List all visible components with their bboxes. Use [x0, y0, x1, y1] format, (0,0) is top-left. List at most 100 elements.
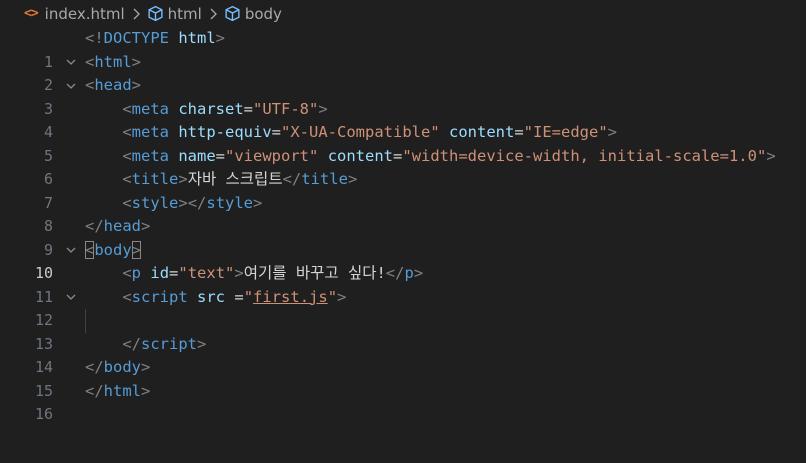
- token-bracket: >: [347, 170, 358, 188]
- token-attr: html: [169, 29, 216, 47]
- code-line[interactable]: 13: [0, 309, 806, 353]
- bracket-match-highlight: <: [85, 240, 95, 259]
- token-bracket: >: [141, 381, 151, 400]
- token-bracket: >: [131, 76, 142, 94]
- token-tag: head: [94, 76, 132, 94]
- token-equals: =: [514, 123, 524, 141]
- line-content: <head>: [85, 74, 141, 98]
- token-equals: =: [169, 264, 179, 282]
- code-area[interactable]: 1 <!DOCTYPE html> 2 <html> 3 <head> 4 <m…: [0, 27, 806, 424]
- token-string: "X-UA-Compatible": [281, 123, 440, 141]
- line-content: </html>: [85, 380, 150, 404]
- code-line[interactable]: 8 <style></style>: [0, 192, 806, 236]
- token-tag: meta: [131, 99, 169, 118]
- token-tag: html: [103, 381, 141, 400]
- token-attr: charset: [178, 99, 244, 118]
- token-bracket: >: [178, 193, 188, 212]
- token-attr: src: [197, 287, 226, 306]
- token-attr: name: [178, 146, 216, 165]
- code-line[interactable]: 1 <!DOCTYPE html>: [0, 27, 806, 71]
- token-bracket: <: [122, 264, 132, 282]
- token-tag: body: [94, 240, 132, 259]
- token-bracket: >: [141, 358, 151, 376]
- code-line[interactable]: 3 <head>: [0, 74, 806, 118]
- token-bracket: >: [337, 287, 347, 306]
- token-equals: =: [393, 146, 403, 165]
- line-content: <meta http-equiv="X-UA-Compatible" conte…: [85, 121, 617, 145]
- token-bracket: >: [413, 264, 424, 282]
- line-content: </script>: [85, 333, 206, 357]
- token-tag: head: [103, 217, 141, 235]
- token-bracket: <: [85, 52, 95, 71]
- token-bracket: <: [122, 99, 132, 118]
- chevron-right-icon: [133, 8, 140, 19]
- breadcrumb-item-html[interactable]: html: [147, 5, 202, 23]
- breadcrumb-item-file[interactable]: <> index.html: [24, 5, 125, 23]
- token-tag: style: [206, 193, 254, 212]
- line-content: <script src ="first.js">: [85, 286, 346, 310]
- code-line[interactable]: 7 <title>자바 스크립트</title>: [0, 168, 806, 212]
- line-content: <title>자바 스크립트</title>: [85, 168, 357, 192]
- token-tag: title: [131, 170, 179, 188]
- token-bracket: <: [85, 76, 95, 94]
- token-attr: id: [150, 264, 170, 282]
- token-bracket: </: [85, 217, 104, 235]
- code-line[interactable]: 9 </head>: [0, 215, 806, 259]
- token-bracket: </: [85, 358, 104, 376]
- breadcrumb-item-body[interactable]: body: [224, 5, 282, 23]
- code-line[interactable]: 2 <html>: [0, 51, 806, 95]
- token-text: 여기를 바꾸고 싶다!: [243, 264, 386, 282]
- code-line[interactable]: 16 </html>: [0, 380, 806, 424]
- token-tag: script: [131, 287, 188, 306]
- code-line[interactable]: 11 <p id="text">여기를 바꾸고 싶다!</p>: [0, 262, 806, 306]
- code-editor[interactable]: <> index.html html body 1 <!DOCTYPE html…: [0, 0, 806, 463]
- token-bracket: </: [385, 264, 405, 282]
- code-line[interactable]: 6 <meta name="viewport" content="width=d…: [0, 145, 806, 189]
- token-bracket: >: [607, 123, 618, 141]
- token-attr: content: [449, 123, 515, 141]
- token-bracket: >: [141, 217, 151, 235]
- token-text: 자바 스크립트: [187, 170, 283, 188]
- breadcrumb-body-label: body: [244, 4, 282, 23]
- token-bracket: >: [215, 29, 226, 47]
- token-bracket: </: [122, 334, 141, 353]
- token-bracket: >: [766, 146, 776, 165]
- code-line[interactable]: 4 <meta charset="UTF-8">: [0, 98, 806, 142]
- code-line[interactable]: 15 </body>: [0, 356, 806, 400]
- bracket-match-highlight: >: [131, 240, 142, 259]
- code-line[interactable]: 12 <script src ="first.js">: [0, 286, 806, 330]
- code-line[interactable]: 14 </script>: [0, 333, 806, 377]
- token-equals: =: [271, 123, 282, 141]
- file-link[interactable]: first.js: [253, 288, 328, 306]
- fold-chevron-icon[interactable]: [64, 74, 78, 98]
- token-bracket: <: [122, 146, 132, 165]
- breadcrumb: <> index.html html body: [0, 0, 806, 27]
- code-line-active[interactable]: 10 <body>: [0, 239, 806, 282]
- line-content: <!DOCTYPE html>: [85, 27, 225, 51]
- token-string: "viewport": [225, 146, 319, 165]
- token-tag: script: [141, 334, 197, 353]
- token-bracket: >: [131, 52, 142, 71]
- token-bracket: <: [122, 287, 132, 306]
- line-content: <meta charset="UTF-8">: [85, 98, 327, 122]
- chevron-right-icon: [210, 8, 217, 19]
- fold-chevron-icon[interactable]: [64, 239, 78, 263]
- fold-chevron-icon[interactable]: [64, 51, 78, 75]
- code-line[interactable]: 5 <meta http-equiv="X-UA-Compatible" con…: [0, 121, 806, 165]
- token-bracket: >: [253, 193, 263, 212]
- token-bracket: >: [197, 334, 207, 353]
- token-tag: meta: [131, 123, 169, 141]
- token-string: "width=device-width, initial-scale=1.0": [402, 146, 767, 165]
- token-string: "text": [178, 264, 235, 282]
- line-content: <style></style>: [85, 192, 262, 216]
- token-string: "UTF-8": [253, 99, 319, 118]
- token-bracket: <: [122, 123, 132, 141]
- line-content: <meta name="viewport" content="width=dev…: [85, 145, 776, 169]
- line-content: <html>: [85, 51, 141, 75]
- token-tag: body: [103, 358, 141, 376]
- token-bracket: >: [234, 264, 244, 282]
- token-attr: content: [327, 146, 394, 165]
- token-bracket: </: [85, 381, 104, 400]
- line-content: <body>: [85, 239, 142, 263]
- fold-chevron-icon[interactable]: [64, 286, 78, 310]
